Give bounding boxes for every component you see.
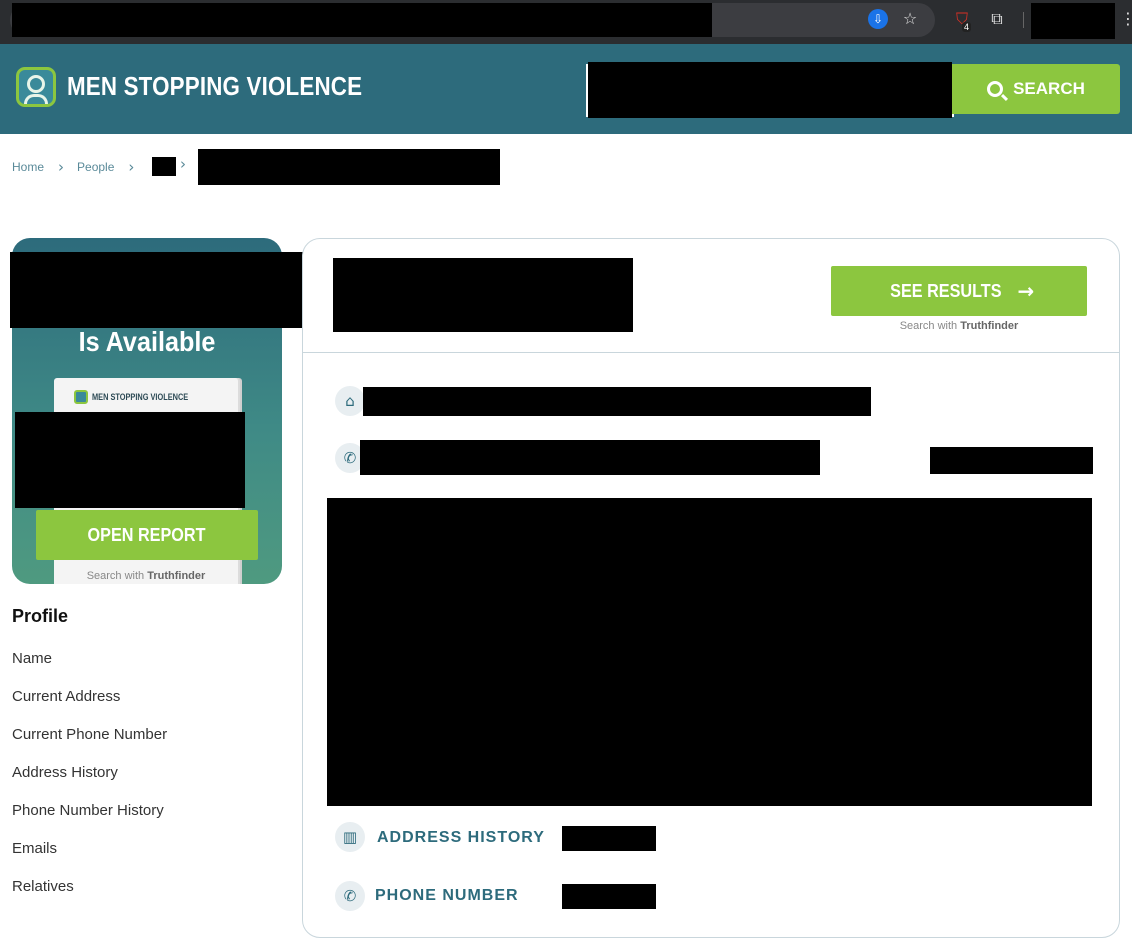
extension-badge: 4: [962, 22, 972, 32]
profile-nav-address-history[interactable]: Address History: [12, 764, 118, 781]
search-with-text: Search with: [86, 570, 145, 582]
chevron-right-icon: ›: [58, 158, 65, 176]
search-with-truthfinder: Search with Truthfinder: [54, 570, 238, 582]
breadcrumb-home[interactable]: Home: [12, 160, 44, 174]
redacted-profile: [1031, 3, 1115, 39]
search-button[interactable]: SEARCH: [952, 64, 1120, 114]
search-with-text: Search with: [899, 320, 958, 332]
redacted-person-name: [333, 258, 633, 332]
redacted-phone-count: [562, 884, 656, 909]
profile-nav-relatives[interactable]: Relatives: [12, 878, 74, 895]
profile-nav-phone-history[interactable]: Phone Number History: [12, 802, 164, 819]
home-icon: ⌂: [335, 386, 365, 416]
redacted-address-count: [562, 826, 656, 851]
report-available-text: Is Available: [78, 326, 216, 357]
browser-toolbar: ⇩ ☆ ⛉ 4 ⧉ ⋮: [0, 0, 1132, 44]
extensions-puzzle-icon[interactable]: ⧉: [987, 9, 1007, 29]
profile-nav-current-phone[interactable]: Current Phone Number: [12, 726, 167, 743]
redacted-url: [12, 3, 712, 37]
open-report-label: OPEN REPORT: [88, 524, 206, 545]
toolbar-divider: [1023, 12, 1024, 28]
redacted-breadcrumb-letter: [152, 157, 176, 176]
redacted-phone-extra: [930, 447, 1093, 474]
redacted-promo-name: [15, 412, 245, 508]
search-with-truthfinder: Search with Truthfinder: [831, 320, 1087, 332]
logo-text[interactable]: MEN STOPPING VIOLENCE: [67, 71, 362, 102]
redacted-current-address: [363, 387, 871, 416]
site-header: MEN STOPPING VIOLENCE SEARCH: [0, 44, 1132, 134]
open-report-button[interactable]: OPEN REPORT: [36, 510, 258, 560]
profile-heading: Profile: [12, 606, 69, 626]
see-results-label: SEE RESULTS: [889, 280, 1002, 301]
see-results-button[interactable]: SEE RESULTS →: [831, 266, 1087, 316]
bookmark-star-icon[interactable]: ☆: [900, 9, 920, 29]
phone-number-heading[interactable]: PHONE NUMBER: [375, 887, 519, 905]
phone-icon: ✆: [335, 881, 365, 911]
profile-nav-name[interactable]: Name: [12, 650, 52, 667]
breadcrumb: Home › People ›: [12, 158, 147, 176]
address-history-heading[interactable]: ADDRESS HISTORY: [377, 829, 545, 847]
redacted-current-phone: [360, 440, 820, 475]
logo-icon: [74, 390, 88, 404]
profile-nav-emails[interactable]: Emails: [12, 840, 57, 857]
redacted-breadcrumb-name: [198, 149, 500, 185]
search-button-label: SEARCH: [1013, 79, 1085, 98]
card-divider: [303, 352, 1119, 353]
profile-nav-current-address[interactable]: Current Address: [12, 688, 120, 705]
kebab-menu-icon[interactable]: ⋮: [1120, 9, 1132, 29]
building-icon: ▥: [335, 822, 365, 852]
arrow-right-icon: →: [1017, 279, 1035, 303]
truthfinder-brand: Truthfinder: [147, 570, 206, 582]
logo-icon[interactable]: [16, 67, 56, 107]
redacted-search-value: [588, 62, 952, 118]
redacted-summary-block: [327, 498, 1092, 806]
chevron-right-icon: ›: [128, 158, 135, 176]
paper-logo-text: MEN STOPPING VIOLENCE: [92, 392, 189, 402]
install-app-icon[interactable]: ⇩: [868, 9, 888, 29]
redacted-promo-title: [10, 252, 337, 328]
breadcrumb-people[interactable]: People: [77, 160, 114, 174]
chevron-right-icon: ›: [180, 155, 186, 173]
search-icon: [987, 81, 1004, 97]
truthfinder-brand: Truthfinder: [960, 320, 1019, 332]
